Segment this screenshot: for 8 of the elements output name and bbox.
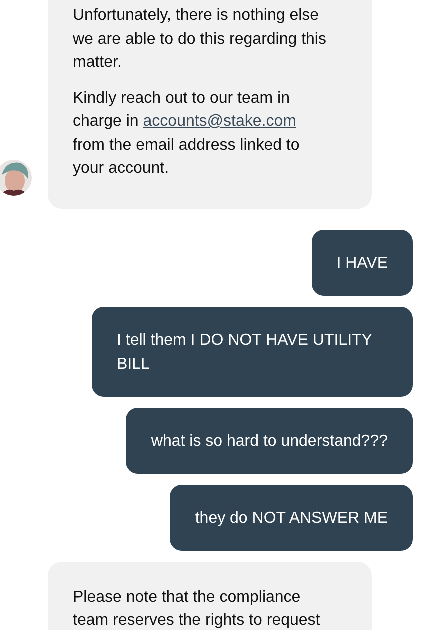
email-link[interactable]: accounts@stake.com [143, 113, 296, 130]
message-text: Unfortunately, there is nothing else we are able to do this regarding this matter. [73, 6, 328, 73]
message-text: Please note that the compliance team reserves the rights to request [73, 588, 322, 630]
sent-message: they do NOT ANSWER ME [170, 484, 413, 550]
sent-message: I HAVE [312, 230, 413, 296]
message-text: Kindly reach out to our team in charge in accounts@stake.com from the email address linked to your account. [73, 88, 301, 179]
sent-message: I tell them I DO NOT HAVE UTILITY BILL [92, 306, 413, 396]
sent-message: what is so hard to understand??? [126, 408, 413, 474]
